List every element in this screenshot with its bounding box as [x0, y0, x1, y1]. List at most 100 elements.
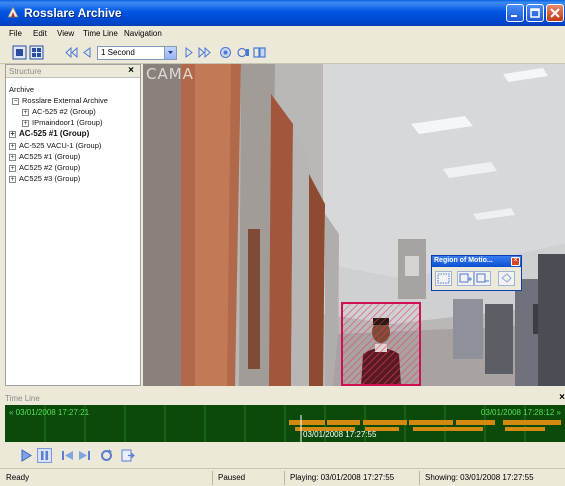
tree-node-external-archive[interactable]: − Rosslare External Archive — [12, 96, 108, 105]
layout-single-button[interactable] — [12, 45, 27, 60]
region-select-button[interactable] — [435, 271, 452, 286]
activity-bar-upper — [289, 420, 561, 425]
layout-multi-icon — [29, 45, 44, 60]
expand-icon[interactable]: + — [22, 120, 29, 127]
tree-node-label: AC525 #3 (Group) — [19, 174, 81, 183]
menu-navigation[interactable]: Navigation — [124, 29, 162, 38]
speed-select[interactable]: 1 Second — [97, 46, 177, 60]
expand-icon[interactable]: + — [22, 109, 29, 116]
status-bar: Ready Paused Playing: 03/01/2008 17:27:5… — [0, 468, 565, 486]
export-icon — [253, 47, 266, 58]
activity-bar-lower-d — [505, 427, 545, 431]
status-divider — [419, 471, 420, 485]
step-back-button[interactable] — [80, 45, 95, 60]
region-select-icon — [437, 273, 450, 284]
tree-node-label: AC-525 VACU-1 (Group) — [19, 141, 102, 150]
collapse-icon[interactable]: − — [12, 98, 19, 105]
region-of-motion-dialog: Region of Motio... × — [431, 255, 522, 291]
tree-node-ac525-2b[interactable]: + AC525 #2 (Group) — [9, 163, 80, 172]
timeline-close-icon[interactable]: × — [559, 392, 565, 403]
toolbar: 1 Second — [0, 43, 565, 64]
maximize-icon — [530, 8, 540, 18]
tree-node-ac525-1-selected[interactable]: + AC-525 #1 (Group) — [9, 129, 89, 138]
layout-multi-button[interactable] — [29, 45, 44, 60]
timeline-title: Time Line — [5, 394, 40, 403]
refresh-icon — [101, 449, 112, 461]
tree-node-ipmaindoor1[interactable]: + IPmaindoor1 (Group) — [22, 118, 102, 127]
snapshot-icon — [237, 47, 249, 58]
play-button[interactable] — [19, 448, 34, 463]
status-state: Paused — [218, 473, 246, 482]
expand-icon[interactable]: + — [9, 154, 16, 161]
play-forward-button[interactable] — [182, 45, 197, 60]
tree-root-archive[interactable]: Archive — [9, 85, 34, 94]
play-icon — [21, 449, 32, 462]
tree-node-ac525-1[interactable]: + AC525 #1 (Group) — [9, 152, 80, 161]
status-ready: Ready — [6, 473, 30, 482]
tree-node-label: AC525 #1 (Group) — [19, 152, 81, 161]
minimize-button[interactable] — [506, 4, 524, 22]
timeline-track[interactable]: « 03/01/2008 17:27:21 03/01/2008 17:28:1… — [5, 405, 565, 442]
tree-node-label: IPmaindoor1 (Group) — [32, 118, 103, 127]
menu-edit[interactable]: Edit — [33, 29, 47, 38]
skip-end-icon — [79, 451, 90, 460]
app-icon — [7, 6, 19, 18]
status-playing: Playing: 03/01/2008 17:27:55 — [290, 473, 395, 482]
app-window: Rosslare Archive File Edit View Time Lin… — [0, 0, 565, 486]
chevron-down-icon[interactable] — [164, 47, 176, 59]
export-icon — [121, 449, 135, 462]
timeline-end-time: 03/01/2008 17:28:12 » — [480, 408, 561, 417]
structure-title: Structure — [9, 67, 42, 76]
tree-node-ac525-2[interactable]: + AC-525 #2 (Group) — [22, 107, 96, 116]
region-add-button[interactable] — [457, 271, 474, 286]
window-title: Rosslare Archive — [24, 6, 122, 20]
pause-button[interactable] — [37, 448, 52, 463]
region-remove-button[interactable] — [474, 271, 491, 286]
region-remove-icon — [476, 273, 489, 283]
export-clip-button[interactable] — [120, 448, 135, 463]
title-bar[interactable]: Rosslare Archive — [0, 0, 565, 26]
transport-controls — [5, 445, 565, 467]
maximize-button[interactable] — [526, 4, 544, 22]
region-clear-icon — [501, 273, 512, 283]
fast-forward-icon — [198, 46, 211, 59]
menu-bar: File Edit View Time Line Navigation — [0, 26, 565, 43]
structure-close-icon[interactable]: × — [128, 65, 134, 76]
status-divider — [212, 471, 213, 485]
rewind-button[interactable] — [64, 45, 79, 60]
menu-view[interactable]: View — [57, 29, 74, 38]
record-icon — [220, 47, 231, 58]
step-back-icon — [83, 47, 91, 58]
motion-region-box[interactable] — [341, 302, 421, 386]
status-divider — [284, 471, 285, 485]
play-icon — [185, 47, 193, 58]
skip-end-button[interactable] — [77, 448, 92, 463]
structure-header: Structure × — [6, 65, 140, 78]
refresh-button[interactable] — [99, 448, 114, 463]
record-button[interactable] — [218, 45, 233, 60]
skip-start-button[interactable] — [60, 448, 75, 463]
fast-forward-button[interactable] — [197, 45, 212, 60]
region-dialog-close-icon[interactable]: × — [511, 257, 520, 266]
close-icon — [550, 8, 560, 18]
tree-node-label: Rosslare External Archive — [22, 96, 108, 105]
pause-icon — [37, 448, 52, 463]
camera-video-view[interactable]: CAMA Region of Motio... × — [143, 64, 565, 386]
snapshot-button[interactable] — [236, 45, 251, 60]
expand-icon[interactable]: + — [9, 165, 16, 172]
export-button[interactable] — [252, 45, 267, 60]
menu-file[interactable]: File — [9, 29, 22, 38]
timeline-header: Time Line × — [5, 392, 565, 405]
close-button[interactable] — [546, 4, 564, 22]
expand-icon[interactable]: + — [9, 176, 16, 183]
expand-icon[interactable]: + — [9, 143, 16, 150]
tree-node-ac525-vacu1[interactable]: + AC-525 VACU-1 (Group) — [9, 141, 101, 150]
region-clear-button[interactable] — [498, 271, 515, 286]
minimize-icon — [511, 15, 517, 17]
expand-icon[interactable]: + — [9, 131, 16, 138]
layout-single-icon — [12, 45, 27, 60]
tree-node-ac525-3[interactable]: + AC525 #3 (Group) — [9, 174, 80, 183]
timeline-cursor-time: 03/01/2008 17:27:55 — [303, 430, 377, 439]
rewind-icon — [65, 46, 78, 59]
menu-time-line[interactable]: Time Line — [83, 29, 118, 38]
